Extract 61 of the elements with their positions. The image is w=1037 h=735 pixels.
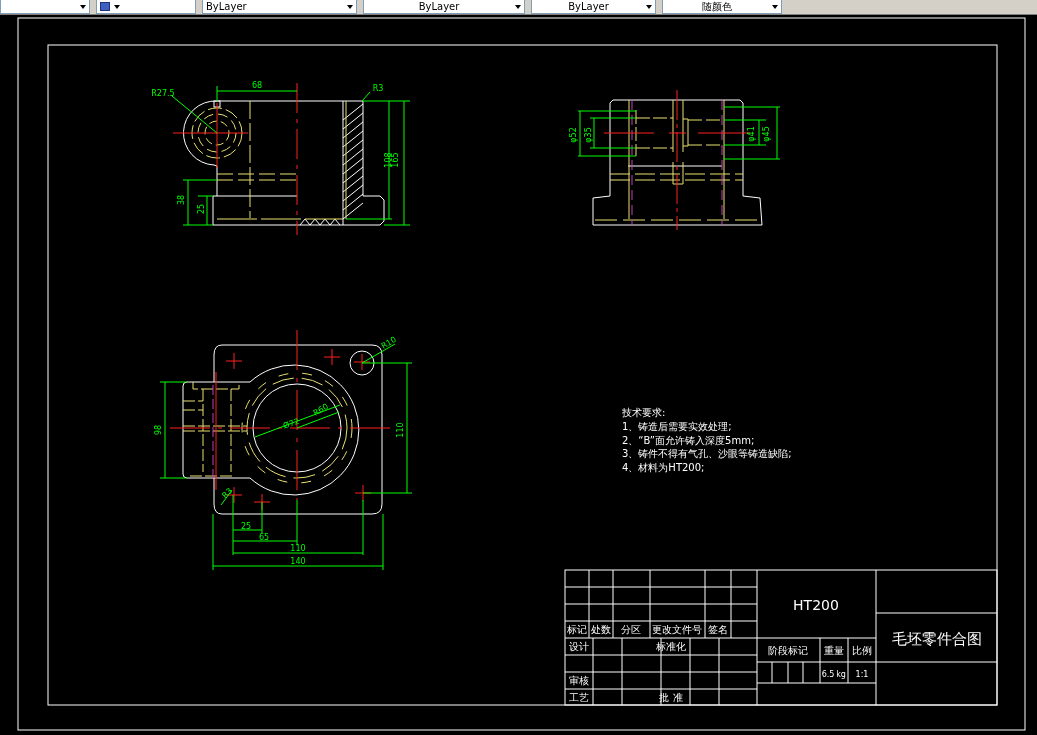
caret-icon — [772, 4, 778, 9]
weight-unit: kg — [836, 670, 846, 679]
caret-icon — [646, 4, 652, 9]
combo-value: ByLayer — [417, 0, 461, 13]
caret-icon — [515, 4, 521, 9]
material-label: HT200 — [793, 597, 839, 613]
table-header: 更改文件号 — [652, 624, 702, 635]
table-header: 比例 — [852, 645, 872, 656]
table-header: 处数 — [591, 624, 611, 635]
table-header: 阶段标记 — [768, 645, 808, 656]
dimension-label: R3 — [372, 84, 384, 93]
dimension-label: 110 — [290, 544, 306, 553]
dimension-label: 108 — [384, 152, 393, 168]
dimension-label: 38 — [177, 194, 186, 206]
dimension-label: Ø72 — [281, 416, 301, 431]
drawing-title: 毛坯零件合图 — [892, 630, 982, 648]
combo-value: 随颜色 — [701, 0, 733, 13]
dimension-label: 98 — [154, 424, 163, 436]
dimension-label: 110 — [396, 422, 405, 438]
table-header: 签名 — [708, 624, 728, 635]
note-text: 2、“B”面允许铸入深度5mm; — [622, 434, 755, 446]
dimension-label: φ52 — [569, 127, 578, 143]
note-text: 4、材料为HT200; — [622, 461, 705, 473]
notes-title: 技术要求: — [622, 407, 666, 418]
dimension-label: R3 — [220, 486, 235, 501]
weight-value: 6.5 — [821, 670, 835, 679]
layer-icon — [100, 2, 110, 11]
row-label: 设计 — [569, 641, 589, 652]
dimension-label: φ35 — [584, 127, 593, 143]
dimension-label: 165 — [391, 152, 400, 168]
dimension-label: R10 — [379, 335, 398, 351]
caret-icon — [80, 4, 86, 9]
note-text: 1、铸造后需要实效处理; — [622, 421, 732, 432]
dimension-label: φ45 — [762, 126, 771, 142]
dropdown-field[interactable] — [0, 0, 90, 14]
row-label: 审核 — [569, 675, 589, 686]
dimension-label: 65 — [258, 533, 270, 542]
row-label: 批 准 — [659, 692, 683, 703]
caret-icon — [347, 4, 353, 9]
table-header: 重量 — [824, 645, 844, 656]
dimension-label: 25 — [240, 522, 252, 531]
dimension-label: 68 — [251, 81, 263, 90]
dimension-label: 140 — [290, 557, 306, 566]
row-label: 标准化 — [656, 641, 686, 652]
dropdown-field[interactable] — [96, 0, 196, 14]
dropdown-field[interactable]: ByLayer — [363, 0, 525, 14]
dimension-label: R60 — [311, 402, 330, 418]
combo-value: ByLayer — [567, 0, 610, 13]
caret-icon — [114, 4, 120, 9]
scale-value: 1:1 — [855, 670, 869, 679]
row-label: 工艺 — [569, 692, 589, 703]
dropdown-field[interactable]: 随颜色 — [662, 0, 782, 14]
dimension-label: 25 — [197, 203, 206, 215]
note-text: 3、铸件不得有气孔、沙眼等铸造缺陷; — [622, 448, 792, 459]
table-header: 分区 — [621, 624, 641, 635]
dimension-label: R27.5 — [151, 89, 175, 98]
combo-value: ByLayer — [206, 0, 248, 13]
dropdown-field[interactable]: ByLayer — [531, 0, 656, 14]
dimension-label: φ41 — [747, 126, 756, 142]
table-header: 标记 — [567, 624, 587, 635]
dropdown-field[interactable]: ByLayer — [202, 0, 357, 14]
